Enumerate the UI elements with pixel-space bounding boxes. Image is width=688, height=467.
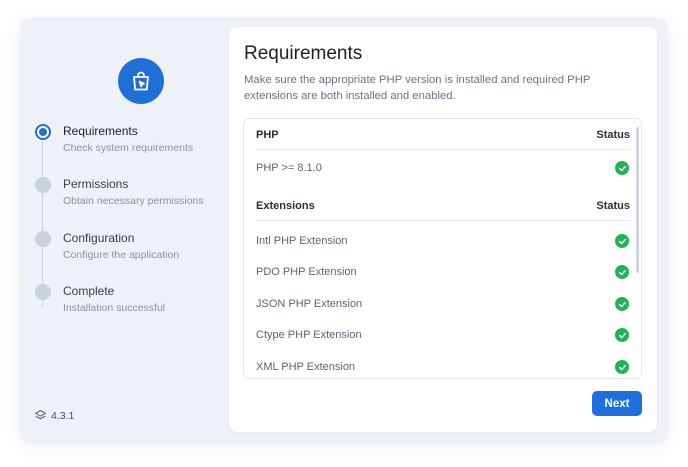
- step-subtitle: Installation successful: [63, 302, 166, 314]
- step-subtitle: Configure the application: [63, 249, 180, 261]
- requirement-name: PDO PHP Extension: [256, 266, 357, 278]
- check-circle-icon: [615, 265, 629, 279]
- shopping-bag-icon: [133, 71, 149, 91]
- requirement-row: Intl PHP Extension: [256, 232, 630, 252]
- status-header: Status: [596, 200, 630, 212]
- check-circle-icon: [615, 360, 629, 374]
- step-title: Permissions: [63, 177, 129, 191]
- step-title: Complete: [63, 284, 115, 298]
- step-title: Configuration: [63, 231, 135, 245]
- check-circle-icon: [615, 328, 629, 342]
- next-button[interactable]: Next: [592, 391, 642, 416]
- step-subtitle: Check system requirements: [63, 142, 194, 154]
- app-logo: [118, 58, 164, 104]
- step-permissions[interactable]: Permissions Obtain necessary permissions: [34, 176, 224, 216]
- page-title: Requirements: [244, 43, 363, 64]
- requirement-row: XML PHP Extension: [256, 358, 630, 378]
- divider: [256, 220, 630, 221]
- requirement-name: PHP >= 8.1.0: [256, 162, 322, 174]
- step-indicator: [35, 231, 51, 247]
- check-circle-icon: [615, 234, 629, 248]
- requirements-card: Requirements Make sure the appropriate P…: [229, 27, 657, 432]
- installer-window: Requirements Check system requirements P…: [20, 17, 668, 443]
- step-configuration[interactable]: Configuration Configure the application: [34, 230, 224, 270]
- step-subtitle: Obtain necessary permissions: [63, 195, 204, 207]
- check-circle-icon: [615, 161, 629, 175]
- extensions-header: Extensions: [256, 200, 315, 212]
- status-header: Status: [596, 129, 630, 141]
- php-header: PHP: [256, 129, 279, 141]
- requirement-row: PDO PHP Extension: [256, 263, 630, 283]
- requirement-row: JSON PHP Extension: [256, 295, 630, 315]
- step-indicator-active: [35, 124, 51, 140]
- requirement-row: Ctype PHP Extension: [256, 326, 630, 346]
- extensions-header-row: Extensions Status: [256, 197, 630, 217]
- page-description: Make sure the appropriate PHP version is…: [244, 74, 591, 102]
- divider: [256, 149, 630, 150]
- check-circle-icon: [615, 297, 629, 311]
- version-info: 4.3.1: [34, 409, 74, 422]
- step-indicator: [35, 177, 51, 193]
- requirement-name: Intl PHP Extension: [256, 235, 348, 247]
- step-requirements[interactable]: Requirements Check system requirements: [34, 123, 224, 163]
- scrollbar[interactable]: [636, 127, 639, 273]
- requirement-name: XML PHP Extension: [256, 361, 356, 373]
- layers-icon: [35, 410, 46, 420]
- step-title: Requirements: [63, 124, 138, 138]
- requirements-list[interactable]: PHP Status PHP >= 8.1.0 Extensions Statu…: [243, 118, 642, 379]
- requirement-row: PHP >= 8.1.0: [256, 159, 630, 179]
- php-header-row: PHP Status: [256, 126, 630, 146]
- step-complete[interactable]: Complete Installation successful: [34, 283, 224, 323]
- requirement-name: Ctype PHP Extension: [256, 329, 362, 341]
- requirement-name: JSON PHP Extension: [256, 298, 363, 310]
- step-indicator: [35, 284, 51, 300]
- version-label: 4.3.1: [51, 409, 75, 422]
